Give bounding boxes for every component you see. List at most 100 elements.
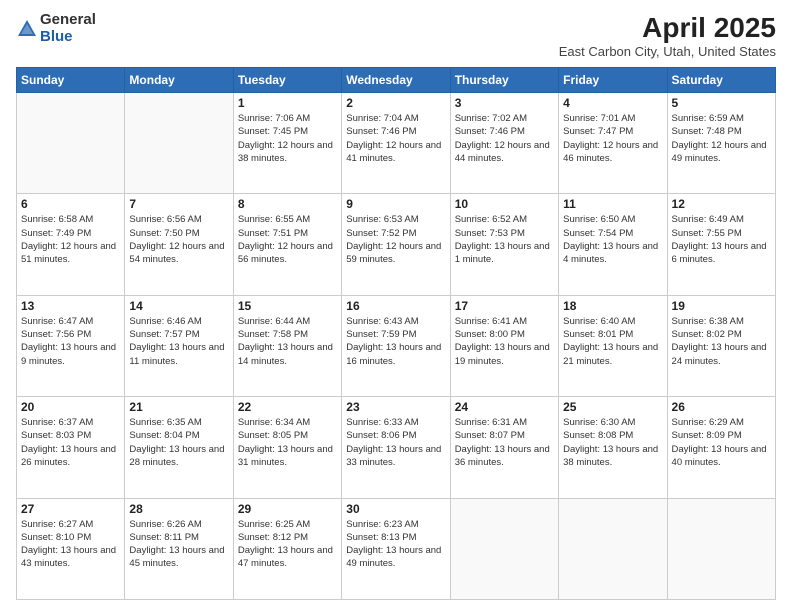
- day-info: Sunrise: 6:35 AM Sunset: 8:04 PM Dayligh…: [129, 416, 228, 469]
- day-number: 27: [21, 502, 120, 516]
- day-number: 2: [346, 96, 445, 110]
- day-number: 5: [672, 96, 771, 110]
- calendar-cell: 12Sunrise: 6:49 AM Sunset: 7:55 PM Dayli…: [667, 194, 775, 295]
- day-number: 11: [563, 197, 662, 211]
- day-info: Sunrise: 7:02 AM Sunset: 7:46 PM Dayligh…: [455, 112, 554, 165]
- calendar-cell: 14 Sunrise: 6:46 AM Sunset: 7:57 PM Dayli…: [125, 295, 233, 396]
- calendar-cell: 7 Sunrise: 6:56 AM Sunset: 7:50 PM Daylig…: [125, 194, 233, 295]
- calendar-cell: 5 Sunrise: 6:59 AM Sunset: 7:48 PM Daylig…: [667, 93, 775, 194]
- weekday-header-tuesday: Tuesday: [233, 68, 341, 93]
- calendar-cell: 20 Sunrise: 6:37 AM Sunset: 8:03 PM Dayli…: [17, 397, 125, 498]
- day-info: Sunrise: 6:38 AM Sunset: 8:02 PM Dayligh…: [672, 315, 771, 368]
- day-info: Sunrise: 6:37 AM Sunset: 8:03 PM Dayligh…: [21, 416, 120, 469]
- day-info: Sunrise: 6:47 AM Sunset: 7:56 PM Dayligh…: [21, 315, 120, 368]
- day-info: Sunrise: 6:30 AM Sunset: 8:08 PM Dayligh…: [563, 416, 662, 469]
- day-info: Sunrise: 6:40 AM Sunset: 8:01 PM Dayligh…: [563, 315, 662, 368]
- day-number: 17: [455, 299, 554, 313]
- day-number: 21: [129, 400, 228, 414]
- week-row-2: 6 Sunrise: 6:58 AM Sunset: 7:49 PM Daylig…: [17, 194, 776, 295]
- day-number: 14: [129, 299, 228, 313]
- day-info: Sunrise: 6:55 AM Sunset: 7:51 PM Dayligh…: [238, 213, 337, 266]
- calendar-cell: 19 Sunrise: 6:38 AM Sunset: 8:02 PM Dayli…: [667, 295, 775, 396]
- day-info: Sunrise: 6:27 AM Sunset: 8:10 PM Dayligh…: [21, 518, 120, 571]
- day-number: 29: [238, 502, 337, 516]
- calendar-cell: 10 Sunrise: 6:52 AM Sunset: 7:53 PM Dayli…: [450, 194, 558, 295]
- calendar-cell: 27 Sunrise: 6:27 AM Sunset: 8:10 PM Dayli…: [17, 498, 125, 599]
- calendar-cell: 17 Sunrise: 6:41 AM Sunset: 8:00 PM Dayli…: [450, 295, 558, 396]
- day-info: Sunrise: 6:59 AM Sunset: 7:48 PM Dayligh…: [672, 112, 771, 165]
- calendar-cell: [125, 93, 233, 194]
- day-number: 6: [21, 197, 120, 211]
- calendar-cell: [450, 498, 558, 599]
- calendar-cell: 2 Sunrise: 7:04 AM Sunset: 7:46 PM Daylig…: [342, 93, 450, 194]
- weekday-header-saturday: Saturday: [667, 68, 775, 93]
- day-number: 18: [563, 299, 662, 313]
- calendar-cell: 4Sunrise: 7:01 AM Sunset: 7:47 PM Daylig…: [559, 93, 667, 194]
- day-info: Sunrise: 6:34 AM Sunset: 8:05 PM Dayligh…: [238, 416, 337, 469]
- day-number: 28: [129, 502, 228, 516]
- day-number: 4: [563, 96, 662, 110]
- page: General Blue April 2025 East Carbon City…: [0, 0, 792, 612]
- calendar-cell: 30 Sunrise: 6:23 AM Sunset: 8:13 PM Dayli…: [342, 498, 450, 599]
- calendar-cell: 16 Sunrise: 6:43 AM Sunset: 7:59 PM Dayli…: [342, 295, 450, 396]
- day-info: Sunrise: 6:49 AM Sunset: 7:55 PM Dayligh…: [672, 213, 771, 266]
- day-number: 7: [129, 197, 228, 211]
- day-info: Sunrise: 6:44 AM Sunset: 7:58 PM Dayligh…: [238, 315, 337, 368]
- day-number: 10: [455, 197, 554, 211]
- week-row-3: 13 Sunrise: 6:47 AM Sunset: 7:56 PM Dayli…: [17, 295, 776, 396]
- day-info: Sunrise: 6:23 AM Sunset: 8:13 PM Dayligh…: [346, 518, 445, 571]
- day-info: Sunrise: 7:04 AM Sunset: 7:46 PM Dayligh…: [346, 112, 445, 165]
- calendar-cell: 24 Sunrise: 6:31 AM Sunset: 8:07 PM Dayli…: [450, 397, 558, 498]
- day-info: Sunrise: 6:46 AM Sunset: 7:57 PM Dayligh…: [129, 315, 228, 368]
- logo-text: General Blue: [40, 12, 96, 45]
- day-number: 22: [238, 400, 337, 414]
- day-info: Sunrise: 6:52 AM Sunset: 7:53 PM Dayligh…: [455, 213, 554, 266]
- day-number: 19: [672, 299, 771, 313]
- day-number: 1: [238, 96, 337, 110]
- subtitle: East Carbon City, Utah, United States: [559, 44, 776, 59]
- logo-icon: [16, 18, 38, 40]
- day-info: Sunrise: 6:56 AM Sunset: 7:50 PM Dayligh…: [129, 213, 228, 266]
- weekday-header-friday: Friday: [559, 68, 667, 93]
- day-number: 3: [455, 96, 554, 110]
- calendar-cell: [17, 93, 125, 194]
- calendar-cell: 9 Sunrise: 6:53 AM Sunset: 7:52 PM Daylig…: [342, 194, 450, 295]
- weekday-header-thursday: Thursday: [450, 68, 558, 93]
- calendar-cell: 18 Sunrise: 6:40 AM Sunset: 8:01 PM Dayli…: [559, 295, 667, 396]
- logo-general: General: [40, 12, 96, 29]
- day-info: Sunrise: 6:53 AM Sunset: 7:52 PM Dayligh…: [346, 213, 445, 266]
- weekday-header-wednesday: Wednesday: [342, 68, 450, 93]
- header: General Blue April 2025 East Carbon City…: [16, 12, 776, 59]
- main-title: April 2025: [559, 12, 776, 44]
- calendar-cell: 8 Sunrise: 6:55 AM Sunset: 7:51 PM Daylig…: [233, 194, 341, 295]
- calendar-cell: 3 Sunrise: 7:02 AM Sunset: 7:46 PM Daylig…: [450, 93, 558, 194]
- day-number: 8: [238, 197, 337, 211]
- weekday-header-monday: Monday: [125, 68, 233, 93]
- logo: General Blue: [16, 12, 96, 45]
- title-block: April 2025 East Carbon City, Utah, Unite…: [559, 12, 776, 59]
- day-info: Sunrise: 6:25 AM Sunset: 8:12 PM Dayligh…: [238, 518, 337, 571]
- calendar-cell: 29 Sunrise: 6:25 AM Sunset: 8:12 PM Dayli…: [233, 498, 341, 599]
- day-info: Sunrise: 7:06 AM Sunset: 7:45 PM Dayligh…: [238, 112, 337, 165]
- calendar-cell: 13 Sunrise: 6:47 AM Sunset: 7:56 PM Dayli…: [17, 295, 125, 396]
- day-info: Sunrise: 6:58 AM Sunset: 7:49 PM Dayligh…: [21, 213, 120, 266]
- day-info: Sunrise: 6:41 AM Sunset: 8:00 PM Dayligh…: [455, 315, 554, 368]
- day-info: Sunrise: 6:50 AM Sunset: 7:54 PM Dayligh…: [563, 213, 662, 266]
- day-number: 16: [346, 299, 445, 313]
- weekday-header-row: SundayMondayTuesdayWednesdayThursdayFrid…: [17, 68, 776, 93]
- day-info: Sunrise: 6:43 AM Sunset: 7:59 PM Dayligh…: [346, 315, 445, 368]
- calendar-cell: 25Sunrise: 6:30 AM Sunset: 8:08 PM Dayli…: [559, 397, 667, 498]
- day-number: 15: [238, 299, 337, 313]
- week-row-1: 1 Sunrise: 7:06 AM Sunset: 7:45 PM Daylig…: [17, 93, 776, 194]
- calendar-cell: 15 Sunrise: 6:44 AM Sunset: 7:58 PM Dayli…: [233, 295, 341, 396]
- weekday-header-sunday: Sunday: [17, 68, 125, 93]
- day-info: Sunrise: 6:31 AM Sunset: 8:07 PM Dayligh…: [455, 416, 554, 469]
- day-number: 30: [346, 502, 445, 516]
- day-number: 13: [21, 299, 120, 313]
- day-number: 24: [455, 400, 554, 414]
- day-number: 20: [21, 400, 120, 414]
- calendar-cell: 21 Sunrise: 6:35 AM Sunset: 8:04 PM Dayli…: [125, 397, 233, 498]
- calendar-table: SundayMondayTuesdayWednesdayThursdayFrid…: [16, 67, 776, 600]
- day-number: 23: [346, 400, 445, 414]
- day-number: 9: [346, 197, 445, 211]
